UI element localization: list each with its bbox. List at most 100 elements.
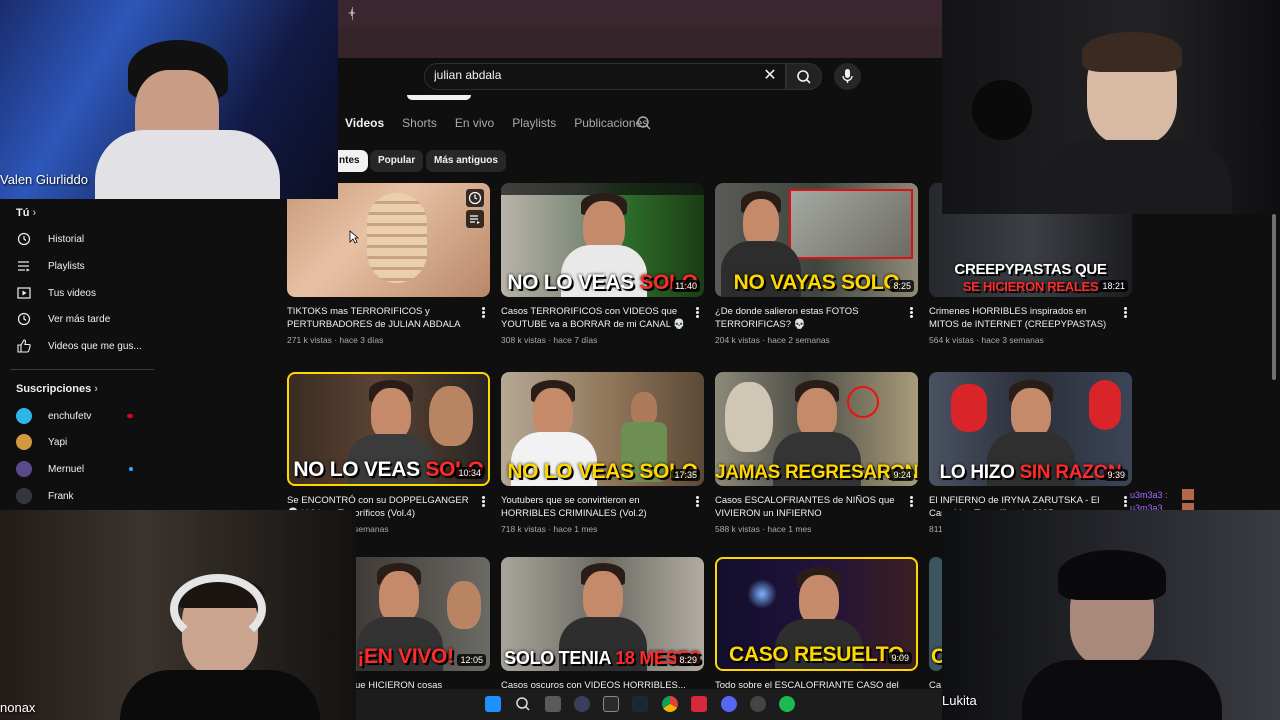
video-duration: 10:34 xyxy=(455,467,484,479)
app-icon[interactable] xyxy=(691,696,707,712)
video-card[interactable]: NO LO VEAS SOLO 17:35 Youtubers que se c… xyxy=(501,372,704,534)
sidebar-item-playlists[interactable]: Playlists xyxy=(16,257,85,275)
task-view-icon[interactable] xyxy=(545,696,561,712)
subscription-item-enchufetv[interactable]: enchufetv xyxy=(16,407,91,425)
video-card[interactable]: TIKTOKS mas TERRORIFICOS y PERTURBADORES… xyxy=(287,183,490,345)
more-options-icon[interactable] xyxy=(480,306,486,320)
thumbnail-person xyxy=(725,382,773,452)
video-title[interactable]: TIKTOKS mas TERRORIFICOS y PERTURBADORES… xyxy=(287,305,473,331)
video-meta: 811 xyxy=(929,524,943,534)
sidebar-item-watch-later[interactable]: Ver más tarde xyxy=(16,310,110,328)
subscription-name: Mernuel xyxy=(48,463,85,475)
more-options-icon[interactable] xyxy=(1122,495,1128,509)
tab-live[interactable]: En vivo xyxy=(455,116,494,130)
spotify-icon[interactable] xyxy=(779,696,795,712)
subscription-item-mernuel[interactable]: Mernuel xyxy=(16,460,84,478)
video-thumbnail[interactable]: NO LO VEAS SOLO 11:40 xyxy=(501,183,704,297)
windows-start-icon[interactable] xyxy=(485,696,501,712)
channel-search-icon[interactable] xyxy=(636,115,652,131)
add-to-queue-icon[interactable] xyxy=(466,210,484,228)
more-options-icon[interactable] xyxy=(908,495,914,509)
sidebar-item-your-videos[interactable]: Tus videos xyxy=(16,284,96,302)
video-title[interactable]: Casos ESCALOFRIANTES de NIÑOS que VIVIER… xyxy=(715,494,901,520)
video-meta: 718 k vistas · hace 1 mes xyxy=(501,524,598,534)
thumbnail-person xyxy=(951,384,987,432)
voice-search-button[interactable] xyxy=(834,63,861,90)
more-options-icon[interactable] xyxy=(694,306,700,320)
sidebar-you-heading[interactable]: Tú › xyxy=(16,207,36,219)
video-duration: 9:39 xyxy=(1104,469,1128,481)
history-icon xyxy=(16,231,32,247)
video-thumbnail[interactable]: CASO RESUELTO 9:09 xyxy=(715,557,918,671)
tab-shorts[interactable]: Shorts xyxy=(402,116,437,130)
streamer-name: Lukita xyxy=(942,693,977,708)
app-icon[interactable] xyxy=(574,696,590,712)
browser-tab-bar xyxy=(338,0,942,58)
video-title[interactable]: Youtubers que se convirtieron en HORRIBL… xyxy=(501,494,687,520)
video-duration: 11:40 xyxy=(672,280,700,292)
emote-image xyxy=(1182,489,1194,500)
tab-videos[interactable]: Videos xyxy=(345,116,384,130)
new-tab-plus-icon[interactable]: + xyxy=(348,5,356,20)
channel-button-edge[interactable] xyxy=(407,95,471,100)
channel-avatar xyxy=(16,461,32,477)
video-card[interactable]: NO LO VEAS SOLO 10:34 Se ENCONTRÓ con su… xyxy=(287,372,490,534)
scrollbar-thumb[interactable] xyxy=(1272,214,1276,380)
video-card[interactable]: LO HIZO SIN RAZON 9:39 El INFIERNO de IR… xyxy=(929,372,1132,534)
video-title[interactable]: ¿De donde salieron estas FOTOS TERRORIFI… xyxy=(715,305,901,331)
more-options-icon[interactable] xyxy=(908,306,914,320)
search-input[interactable] xyxy=(434,68,754,82)
mouse-cursor-icon xyxy=(349,230,359,244)
video-card[interactable]: SOLO TENIA 18 MESES 8:29 Casos oscuros c… xyxy=(501,557,704,691)
thumbnail-person xyxy=(743,199,779,247)
video-card[interactable]: NO LO VEAS SOLO 11:40 Casos TERRORIFICOS… xyxy=(501,183,704,345)
thumbnail-text: SOLO TENIA 18 MESES xyxy=(504,648,701,668)
thumbnail-person xyxy=(379,571,419,623)
subscription-item-frank[interactable]: Frank xyxy=(16,487,74,505)
chip-popular[interactable]: Popular xyxy=(370,150,424,172)
more-options-icon[interactable] xyxy=(480,495,486,509)
video-card[interactable]: C Ca xyxy=(929,557,943,691)
sidebar-item-label: Historial xyxy=(48,233,85,245)
video-meta: 308 k vistas · hace 7 días xyxy=(501,335,598,345)
sidebar-subscriptions-heading[interactable]: Suscripciones › xyxy=(16,383,98,395)
video-card[interactable]: JAMAS REGRESARON 9:24 Casos ESCALOFRIANT… xyxy=(715,372,918,534)
video-title[interactable]: Crimenes HORRIBLES inspirados en MITOS d… xyxy=(929,305,1115,331)
channel-tabs: Videos Shorts En vivo Playlists Publicac… xyxy=(345,116,648,140)
thumbnail-person xyxy=(583,571,623,623)
video-title[interactable]: Casos TERRORIFICOS con VIDEOS que YOUTUB… xyxy=(501,305,687,331)
video-thumbnail[interactable]: JAMAS REGRESARON 9:24 xyxy=(715,372,918,486)
tab-playlists[interactable]: Playlists xyxy=(512,116,556,130)
video-card[interactable]: CASO RESUELTO 9:09 Todo sobre el ESCALOF… xyxy=(715,557,918,691)
video-thumbnail[interactable]: NO LO VEAS SOLO 17:35 xyxy=(501,372,704,486)
epic-games-icon[interactable] xyxy=(603,696,619,712)
video-thumbnail[interactable]: C xyxy=(929,557,943,671)
sidebar-item-liked-videos[interactable]: Videos que me gus... xyxy=(16,337,142,355)
video-thumbnail[interactable]: NO VAYAS SOLO 8:25 xyxy=(715,183,918,297)
video-card[interactable]: NO VAYAS SOLO 8:25 ¿De donde salieron es… xyxy=(715,183,918,345)
more-options-icon[interactable] xyxy=(694,495,700,509)
thumbnail-text: JAMAS REGRESARON xyxy=(715,462,918,483)
app-icon[interactable] xyxy=(750,696,766,712)
sidebar-item-history[interactable]: Historial xyxy=(16,230,84,248)
chip-oldest[interactable]: Más antiguos xyxy=(426,150,506,172)
video-thumbnail[interactable] xyxy=(287,183,490,297)
channel-avatar xyxy=(16,434,32,450)
browser-tabstrip xyxy=(338,0,942,26)
more-options-icon[interactable] xyxy=(1122,306,1128,320)
thumbnail-image xyxy=(789,189,913,259)
search-box[interactable] xyxy=(424,63,786,90)
discord-icon[interactable] xyxy=(721,696,737,712)
video-thumbnail[interactable]: NO LO VEAS SOLO 10:34 xyxy=(287,372,490,486)
new-content-dot xyxy=(129,467,133,471)
chrome-icon[interactable] xyxy=(662,696,678,712)
watch-later-icon[interactable] xyxy=(466,189,484,207)
subscription-item-yapi[interactable]: Yapi xyxy=(16,433,67,451)
video-thumbnail[interactable]: LO HIZO SIN RAZON 9:39 xyxy=(929,372,1132,486)
taskbar-search-icon[interactable] xyxy=(515,696,531,712)
steam-icon[interactable] xyxy=(632,696,648,712)
video-thumbnail[interactable]: SOLO TENIA 18 MESES 8:29 xyxy=(501,557,704,671)
search-button[interactable] xyxy=(786,63,822,90)
search-icon xyxy=(797,70,811,84)
clear-search-icon[interactable]: ✕ xyxy=(762,67,778,85)
